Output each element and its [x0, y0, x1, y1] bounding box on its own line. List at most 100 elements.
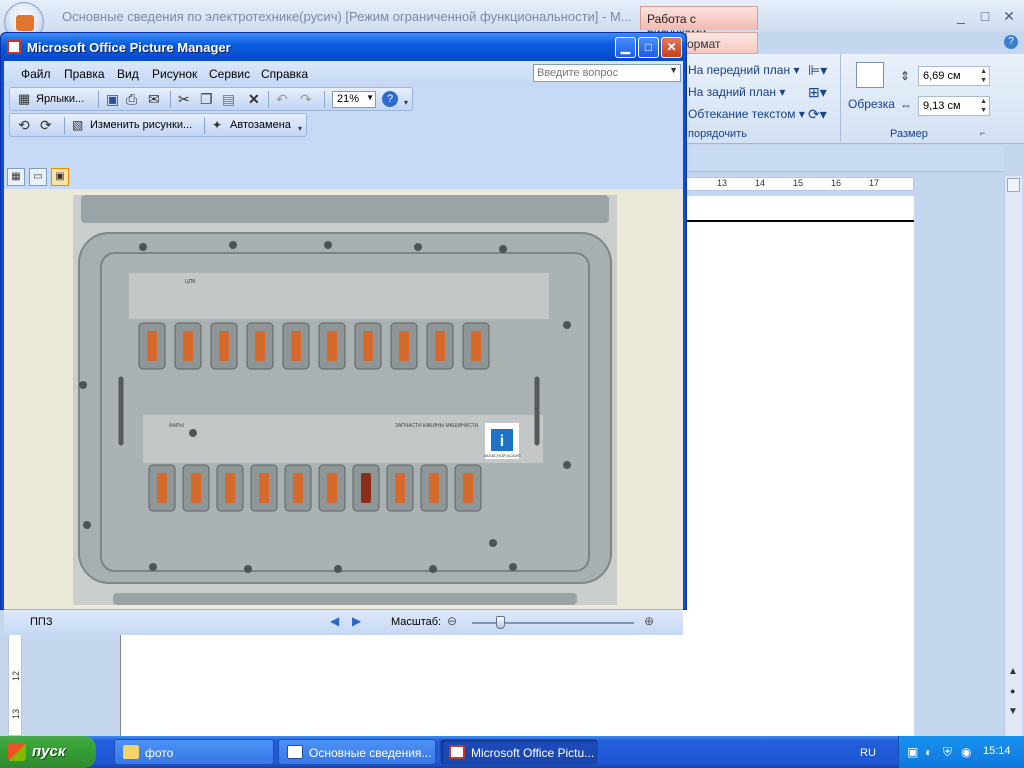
rotate-icon[interactable]: ⟳▾ [808, 106, 827, 123]
thumbnail-view-icon[interactable]: ▦ [7, 168, 25, 186]
zoom-in-icon[interactable]: ⊕ [644, 614, 654, 628]
document-table-line [686, 220, 914, 222]
system-tray: ▣ ◐ ⛨ ◉ 15:14 [898, 736, 1024, 768]
horizontal-ruler[interactable]: 13 14 15 16 17 [686, 177, 914, 191]
shortcuts-icon[interactable]: ▦ [18, 92, 30, 106]
paste-icon[interactable]: ▤ [222, 92, 235, 106]
antivirus-icon[interactable]: ⛨ [943, 745, 952, 760]
scroll-down-icon[interactable]: ▼ [1008, 706, 1018, 717]
panel-bolt [83, 521, 91, 529]
word-restore-button[interactable]: □ [974, 8, 996, 26]
autocorrect-button[interactable]: Автозамена [230, 119, 291, 131]
single-picture-view-icon[interactable]: ▣ [51, 168, 69, 186]
previous-picture-icon[interactable]: ◀ [330, 614, 339, 628]
cut-icon[interactable]: ✂ [178, 92, 190, 106]
menu-file[interactable]: Файл [21, 67, 51, 81]
send-back-button[interactable]: На задний план ▾ [688, 85, 785, 99]
crop-button[interactable]: Обрезка [848, 97, 895, 111]
panel-bolt [563, 461, 571, 469]
bottom-panel-label: ФАРЫ [169, 423, 184, 429]
pm-client-area: Файл Правка Вид Рисунок Сервис Справка В… [4, 61, 683, 635]
toolbar-options-icon[interactable]: ▾ [404, 96, 408, 110]
height-spinner[interactable]: 6,69 см ▲ ▼ [918, 66, 990, 86]
tab-format[interactable]: ормат [686, 32, 758, 54]
volume-icon[interactable]: ◐ [925, 745, 932, 759]
dialog-launcher-icon[interactable]: ⌐ [980, 128, 985, 138]
zoom-out-icon[interactable]: ⊖ [447, 614, 457, 628]
toolbar-separator [98, 91, 99, 108]
zoom-slider-thumb[interactable] [496, 616, 505, 629]
edit-pictures-icon[interactable]: ▧ [72, 118, 83, 132]
menu-view[interactable]: Вид [117, 67, 139, 81]
filmstrip-view-icon[interactable]: ▭ [29, 168, 47, 186]
breaker-toggle [471, 331, 481, 361]
menu-picture[interactable]: Рисунок [152, 67, 197, 81]
next-picture-icon[interactable]: ▶ [352, 614, 361, 628]
word-minimize-button[interactable]: _ [950, 8, 972, 26]
spinner-arrows-icon[interactable]: ▲ ▼ [980, 67, 987, 85]
clock[interactable]: 15:14 [983, 745, 1011, 757]
text-wrap-button[interactable]: Обтекание текстом ▾ [688, 107, 805, 121]
toolbar-options-icon[interactable]: ▾ [298, 122, 302, 136]
panel-bolt [79, 381, 87, 389]
ribbon-lower-band [686, 146, 1004, 172]
network-icon[interactable]: ▣ [907, 745, 918, 759]
pm-maximize-button[interactable]: □ [638, 37, 659, 58]
select-browse-object-icon[interactable]: ● [1010, 686, 1015, 696]
save-icon[interactable]: ▣ [106, 92, 119, 106]
pm-minimize-button[interactable]: ▁ [615, 37, 636, 58]
dropdown-arrow-icon[interactable]: ▼ [366, 93, 374, 102]
zoom-slider-track[interactable] [472, 616, 634, 629]
edit-pictures-button[interactable]: Изменить рисунки... [90, 119, 192, 131]
start-button[interactable]: пуск [0, 736, 96, 768]
bring-front-button[interactable]: На передний план ▾ [688, 63, 799, 77]
arrange-group-label: порядочить [688, 128, 747, 140]
menu-tools[interactable]: Сервис [209, 67, 250, 81]
view-mode-bar: ▦ ▭ ▣ [4, 165, 683, 189]
task-word-document[interactable]: Основные сведения... [278, 739, 436, 765]
zoom-select[interactable]: 21% ▼ [332, 91, 376, 108]
picture-manager-app-icon[interactable] [7, 40, 21, 54]
width-spinner[interactable]: 9,13 см ▲ ▼ [918, 96, 990, 116]
scroll-up-icon[interactable]: ▲ [1008, 666, 1018, 677]
pm-title-bar[interactable]: Microsoft Office Picture Manager ▁ □ ✕ [1, 33, 686, 61]
task-folder-photo[interactable]: фото [114, 739, 274, 765]
picture-manager-icon [449, 745, 465, 759]
redo-icon[interactable]: ↷ [300, 92, 312, 106]
word-help-icon[interactable]: ? [1004, 35, 1018, 49]
panel-bolt [499, 245, 507, 253]
ruler-toggle-icon[interactable] [1007, 178, 1020, 192]
copy-icon[interactable]: ❐ [200, 92, 213, 106]
spinner-arrows-icon[interactable]: ▲ ▼ [980, 97, 987, 115]
email-icon[interactable]: ✉ [148, 92, 160, 106]
electrical-panel-photo[interactable]: i ЗАПАСНОЙ АСКИП ЦПВ ФАРЫ ЗАПЧАСТИ КАБИН… [73, 195, 617, 605]
menu-edit[interactable]: Правка [64, 67, 105, 81]
panel-bolt [139, 243, 147, 251]
autocorrect-icon[interactable]: ✦ [212, 118, 222, 132]
context-tab-picture-tools[interactable]: Работа с рисунками [640, 6, 758, 40]
align-icon[interactable]: ⊫▾ [808, 62, 827, 79]
breaker-toggle [395, 473, 405, 503]
word-close-button[interactable]: ✕ [998, 8, 1020, 26]
ask-question-box[interactable]: Введите вопрос ▼ [533, 64, 681, 82]
group-icon[interactable]: ⊞▾ [808, 84, 827, 101]
help-icon[interactable]: ? [382, 91, 398, 107]
rotate-left-icon[interactable]: ⟲ [18, 118, 30, 132]
undo-icon[interactable]: ↶ [276, 92, 288, 106]
pm-close-button[interactable]: ✕ [661, 37, 682, 58]
folder-icon [123, 745, 139, 759]
language-indicator[interactable]: RU [860, 747, 876, 759]
pm-title-text: Microsoft Office Picture Manager [27, 40, 231, 55]
task-picture-manager[interactable]: Microsoft Office Pictu... [440, 739, 598, 765]
vertical-scrollbar[interactable]: ▲ ● ▼ [1004, 176, 1022, 736]
crop-icon[interactable] [856, 62, 884, 88]
breaker-toggle [293, 473, 303, 503]
menu-help[interactable]: Справка [261, 67, 308, 81]
rotate-right-icon[interactable]: ⟳ [40, 118, 52, 132]
print-icon[interactable]: ⎙ [126, 92, 137, 106]
media-icon[interactable]: ◉ [961, 745, 971, 759]
shortcuts-button[interactable]: Ярлыки... [36, 93, 84, 105]
delete-icon[interactable]: ✕ [248, 92, 260, 106]
dropdown-arrow-icon[interactable]: ▼ [669, 65, 678, 75]
picture-toolbar: ⟲ ⟳ ▧ Изменить рисунки... ✦ Автозамена ▾ [9, 113, 307, 137]
